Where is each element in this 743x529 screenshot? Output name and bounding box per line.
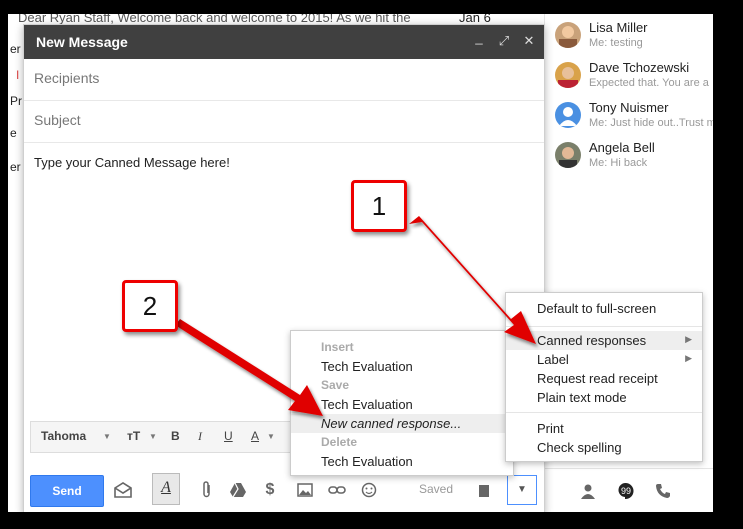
arrow-2	[173, 319, 323, 416]
arrow-1	[409, 216, 536, 344]
callout-2: 2	[122, 280, 178, 332]
gmail-screen: Dear Ryan Staff, Welcome back and welcom…	[8, 14, 713, 512]
screenshot-frame: Dear Ryan Staff, Welcome back and welcom…	[0, 0, 743, 529]
annotation-arrows	[173, 216, 536, 416]
callout-1: 1	[351, 180, 407, 232]
